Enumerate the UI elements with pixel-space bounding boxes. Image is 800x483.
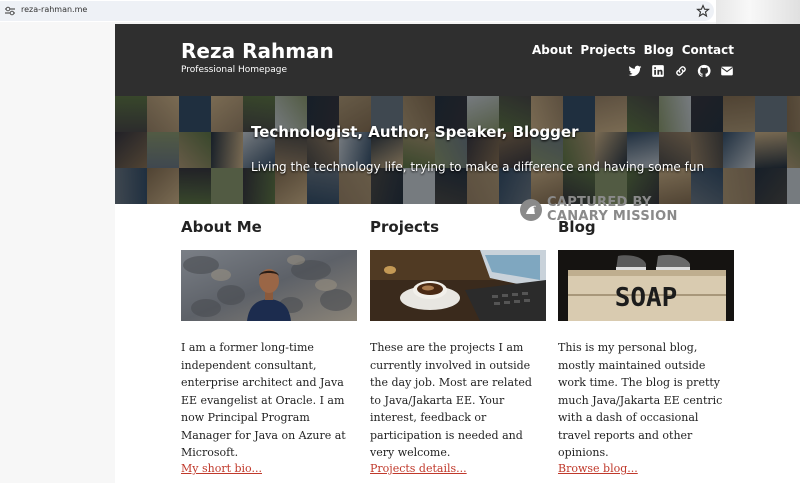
redacted-area (716, 0, 800, 24)
url-bar[interactable]: reza-rahman.me (0, 1, 714, 21)
projects-text: These are the projects I am currently in… (370, 341, 532, 459)
main-nav: About Projects Blog Contact (532, 43, 734, 57)
hero-subtitle: Living the technology life, trying to ma… (251, 160, 705, 174)
about-column: About Me I am a former long-time indepen… (181, 218, 357, 475)
side-pane (0, 22, 115, 483)
canary-logo-icon (520, 199, 542, 221)
nav-contact[interactable]: Contact (682, 43, 734, 57)
blog-text: This is my personal blog, mostly maintai… (558, 341, 723, 459)
watermark-line-1: CAPTURED BY (547, 195, 652, 210)
twitter-icon[interactable] (628, 64, 642, 78)
projects-details-link[interactable]: Projects details... (370, 462, 467, 475)
github-icon[interactable] (697, 64, 711, 78)
nav-blog[interactable]: Blog (644, 43, 674, 57)
projects-column: Projects These are the projects I am cur… (370, 218, 546, 475)
soap-box-photo: SOAP (558, 250, 734, 321)
about-heading: About Me (181, 218, 262, 236)
about-bio-link[interactable]: My short bio... (181, 462, 262, 475)
blog-column: Blog SOAP This is my personal blog, most… (558, 218, 734, 475)
website: Reza Rahman Professional Homepage About … (115, 24, 800, 483)
svg-text:SOAP: SOAP (615, 283, 678, 313)
browser-address-bar: reza-rahman.me (0, 0, 800, 24)
site-tagline: Professional Homepage (181, 65, 288, 75)
bookmark-star-icon[interactable] (696, 4, 710, 18)
watermark-line-2: CANARY MISSION (547, 209, 678, 224)
hero-banner: Technologist, Author, Speaker, Blogger L… (115, 96, 800, 204)
mail-icon[interactable] (720, 64, 734, 78)
portrait-photo (181, 250, 357, 321)
nav-projects[interactable]: Projects (580, 43, 635, 57)
coffee-laptop-photo (370, 250, 546, 321)
capture-watermark: CAPTURED BY CANARY MISSION (520, 196, 678, 224)
site-settings-icon[interactable] (4, 5, 16, 17)
linkedin-icon[interactable] (651, 64, 665, 78)
link-icon[interactable] (674, 64, 688, 78)
site-title[interactable]: Reza Rahman (181, 39, 334, 63)
about-text: I am a former long-time independent cons… (181, 341, 346, 459)
social-links (628, 64, 734, 78)
browse-blog-link[interactable]: Browse blog... (558, 462, 638, 475)
hero-title: Technologist, Author, Speaker, Blogger (251, 123, 579, 141)
site-header: Reza Rahman Professional Homepage About … (115, 24, 800, 96)
nav-about[interactable]: About (532, 43, 572, 57)
url-text[interactable]: reza-rahman.me (21, 5, 87, 14)
